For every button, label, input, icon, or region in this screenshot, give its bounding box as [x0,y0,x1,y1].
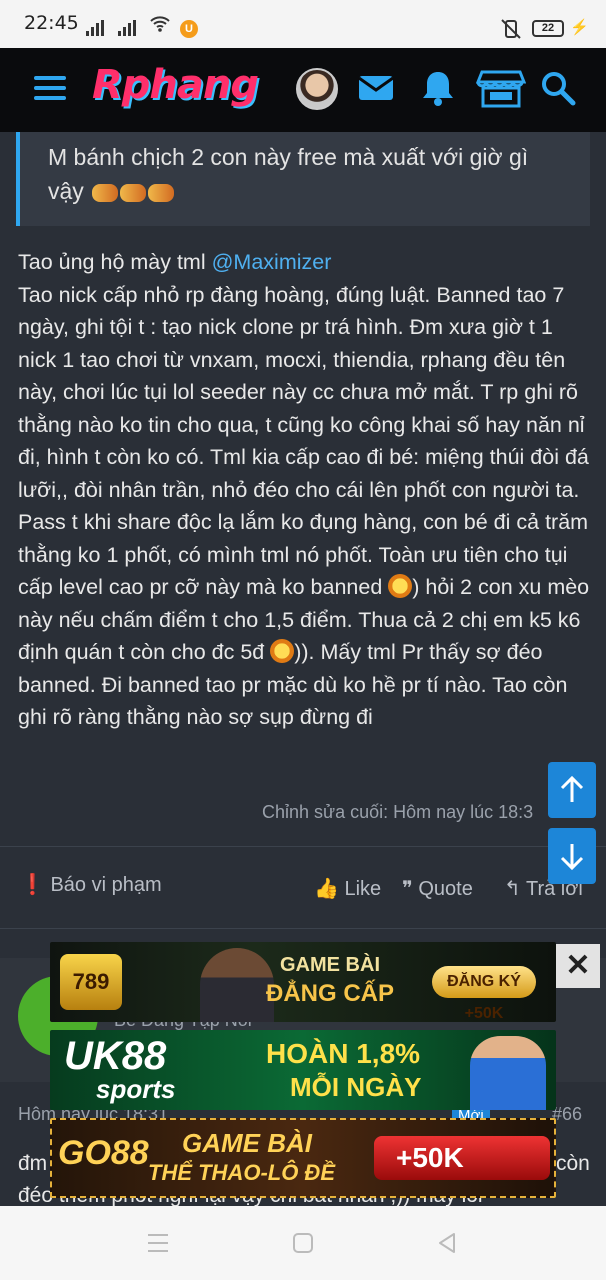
ad-banner-go88[interactable]: GO88 GAME BÀI THỂ THAO-LÔ ĐỀ +50K [50,1118,556,1198]
quote-block[interactable]: M bánh chịch 2 con này free mà xuất với … [16,132,590,226]
emoji-icon [92,183,119,202]
emoji-icon [148,183,175,202]
ad-logo-sub: sports [96,1074,176,1104]
store-icon[interactable] [476,68,526,108]
ad-headline: ĐẲNG CẤP [266,980,395,1007]
divider [0,846,606,847]
menu-icon[interactable] [34,76,66,102]
report-icon: ❗ [20,874,45,896]
ad-headline: MỖI NGÀY [290,1072,422,1102]
next-post-text: đm [18,1152,48,1175]
battery-icon: 22 [532,20,564,37]
charging-icon: ⚡ [570,19,589,36]
arrow-down-icon [560,844,584,870]
mail-icon[interactable] [356,68,396,108]
arrow-up-icon [560,776,584,802]
reply-icon: ↰ [504,878,521,900]
home-icon[interactable] [292,1232,314,1254]
post-body: Tao ủng hộ mày tml @Maximizer Tao nick c… [18,246,594,734]
wifi-icon [150,16,170,32]
next-post-text: còn [556,1152,590,1175]
back-icon[interactable] [436,1232,458,1254]
post-number[interactable]: #66 [552,1104,582,1125]
ad-logo: GO88 [58,1134,149,1172]
ad-player-image [470,1036,546,1110]
quote-button[interactable]: ❞ Quote [402,876,473,901]
app-header: Rphang [0,48,606,132]
ad-headline: THỂ THAO-LÔ ĐỀ [148,1160,335,1185]
ad-headline: GAME BÀI [182,1128,312,1158]
ad-headline: HOÀN 1,8% [266,1038,421,1069]
divider [0,928,606,929]
ad-logo: UK88 [64,1034,167,1078]
thumbs-up-icon: 👍 [314,878,339,900]
search-icon[interactable] [538,68,578,108]
status-bar: 22:45 U 22 ⚡ [0,0,606,48]
system-nav-bar [0,1206,606,1280]
quote-icon: ❞ [402,878,413,900]
scroll-down-button[interactable] [548,828,596,884]
notification-badge: U [180,20,198,38]
ad-cta-button[interactable]: ĐĂNG KÝ +50K [432,966,536,1022]
recent-apps-icon[interactable] [146,1232,170,1254]
signal-icon [86,20,104,36]
ad-person-image [200,948,274,1022]
laughing-emoji-icon [270,639,295,663]
last-edited-info: Chỉnh sửa cuối: Hôm nay lúc 18:3 [262,802,534,822]
ad-cta-button[interactable]: +50K [374,1136,550,1180]
ad-banner-789club[interactable]: 789 GAME BÀI ĐẲNG CẤP ĐĂNG KÝ +50K [50,942,556,1022]
ad-logo: 789 [60,954,122,1010]
emoji-icon [120,183,147,202]
ad-banner-uk88[interactable]: UK88 sports HOÀN 1,8% MỖI NGÀY [50,1030,556,1110]
post-text-1: Tao nick cấp nhỏ rp đàng hoàng, đúng luậ… [18,282,589,600]
user-avatar[interactable] [296,68,338,110]
vibrate-mute-icon [501,19,521,39]
bell-icon[interactable] [418,68,458,108]
scroll-up-button[interactable] [548,762,596,818]
close-ad-button[interactable]: ✕ [556,944,600,988]
post-intro: Tao ủng hộ mày tml [18,250,212,274]
status-time: 22:45 [24,12,79,34]
ad-headline: GAME BÀI [280,954,380,976]
signal-icon [118,20,136,36]
like-button[interactable]: 👍 Like [314,876,381,901]
laughing-emoji-icon [388,574,413,598]
user-mention-link[interactable]: @Maximizer [212,250,332,274]
site-logo[interactable]: Rphang [92,62,259,108]
report-link[interactable]: ❗ Báo vi phạm [20,872,162,897]
